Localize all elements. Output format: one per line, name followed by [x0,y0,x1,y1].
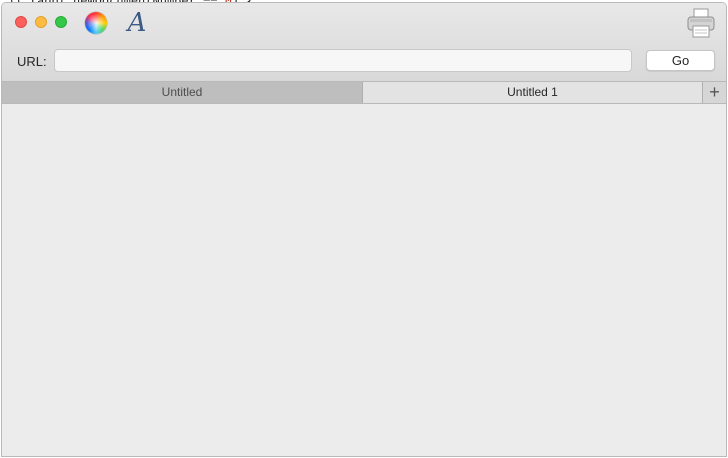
color-wheel-icon[interactable] [85,12,107,34]
close-window-button[interactable] [15,16,27,28]
minimize-window-button[interactable] [35,16,47,28]
window-toolbar: A URL: Go [2,3,726,81]
font-icon[interactable]: A [126,9,148,37]
print-icon[interactable] [686,7,716,39]
web-content-area[interactable] [2,104,726,456]
zoom-window-button[interactable] [55,16,67,28]
url-input[interactable] [54,49,632,72]
tab-untitled[interactable]: Untitled [2,82,363,103]
new-tab-button[interactable]: + [702,82,726,103]
url-label: URL: [17,54,47,69]
go-button[interactable]: Go [646,50,715,71]
tab-bar: Untitled Untitled 1 + [2,81,726,104]
tab-untitled-1[interactable]: Untitled 1 [363,82,702,103]
browser-window: A URL: Go Untitled Untitled 1 + [1,2,727,457]
